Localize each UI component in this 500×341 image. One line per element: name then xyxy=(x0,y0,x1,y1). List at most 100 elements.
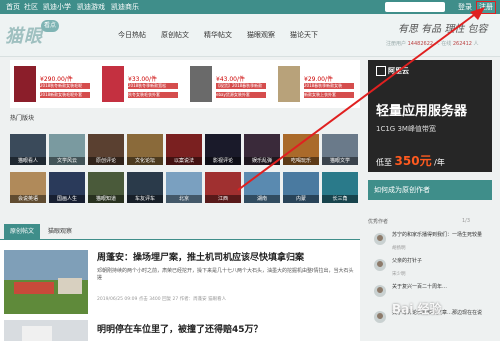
search-input[interactable] xyxy=(385,2,445,12)
hot-section-tile[interactable]: 原创评论 xyxy=(88,134,124,165)
product-tag: 2018新款女装毛呢外套 xyxy=(40,92,90,98)
logo-badge: 看点 xyxy=(41,20,59,32)
author-item[interactable]: 苏宁的和家乐播得到我们：一场生死较量 胡扬明 xyxy=(368,230,492,254)
nav-link-kaidi-school[interactable]: 凯迪小学 xyxy=(43,2,71,12)
hot-section-label: 原创评论 xyxy=(88,157,124,165)
hot-section-tile[interactable]: 影视评论 xyxy=(205,134,241,165)
hot-section-label: 内蒙 xyxy=(283,195,319,203)
hot-section-label: 猫眼知道 xyxy=(88,195,124,203)
nav-link-community[interactable]: 社区 xyxy=(24,2,38,12)
article-excerpt: 邓朝刚持续的两个小时之前，肃荣已经挖开，操下来是几十七八两个大石头，油墨大的挖掘… xyxy=(97,268,354,281)
author-desc: 关于复兴一百二十周年… xyxy=(392,284,448,290)
article-title[interactable]: 明明停在车位里了，被撞了还得赔45万？ xyxy=(97,322,263,335)
hot-sections-title: 热门版块 xyxy=(10,115,35,122)
hot-section-tile[interactable]: 内蒙 xyxy=(283,172,319,203)
product-price: ¥29.00/件 xyxy=(304,76,334,83)
hot-section-tile[interactable]: 车友评车 xyxy=(127,172,163,203)
online-label: 人 在线 xyxy=(434,41,452,47)
hot-section-tile[interactable]: 娱乐乱弹 xyxy=(244,134,280,165)
product-ad[interactable]: ¥29.00/件 2018春秋季新款女装 新款女装上衣外套 xyxy=(274,64,358,104)
tab-observe[interactable]: 猫眼观察 xyxy=(48,224,72,239)
hot-section-label: 影视评论 xyxy=(205,157,241,165)
ad-price-suffix: /年 xyxy=(434,158,445,167)
hot-section-label: 猫眼看人 xyxy=(10,157,46,165)
list-item[interactable]: 周蓬安：操场埋尸案，推土机司机应该尽快填拿归案 邓朝刚持续的两个小时之前，肃荣已… xyxy=(0,246,360,314)
article-thumbnail xyxy=(4,320,88,341)
hot-section-tile[interactable]: 湖南 xyxy=(244,172,280,203)
aliyun-logo-icon xyxy=(376,66,386,76)
reg-user-count: 14482622 xyxy=(407,41,434,47)
avatar[interactable] xyxy=(374,311,386,323)
article-list: 周蓬安：操场埋尸案，推土机司机应该尽快填拿归案 邓朝刚持续的两个小时之前，肃荣已… xyxy=(0,240,360,341)
hot-section-tile[interactable]: 国画人生 xyxy=(49,172,85,203)
author-desc: 父亲的打针子 xyxy=(392,258,423,264)
product-price: ¥33.00/件 xyxy=(128,76,158,83)
hot-section-tile[interactable]: 江西 xyxy=(205,172,241,203)
hot-section-tile[interactable]: 吃喝玩乐 xyxy=(283,134,319,165)
ad-price-line: 低至 350元 /年 xyxy=(376,152,445,169)
list-item[interactable]: 明明停在车位里了，被撞了还得赔45万？ xyxy=(0,316,360,341)
hot-section-tile[interactable]: 猫眼看人 xyxy=(10,134,46,165)
nav-link-kaidi-games[interactable]: 凯迪游戏 xyxy=(77,2,105,12)
article-title[interactable]: 周蓬安：操场埋尸案，推土机司机应该尽快填拿归案 xyxy=(97,250,304,263)
tab-original[interactable]: 原创帖文 xyxy=(4,224,40,239)
product-tag: 新款女装上衣外套 xyxy=(304,92,354,98)
logo-text: 猫眼 xyxy=(5,26,43,47)
tab-featured-posts[interactable]: 精华帖文 xyxy=(204,30,232,40)
become-author-button[interactable]: 如何成为原创作者 xyxy=(368,180,492,200)
hot-section-label: 文化论坛 xyxy=(127,157,163,165)
hot-section-label: 国画人生 xyxy=(49,195,85,203)
hot-section-tile[interactable]: 猫眼文学 xyxy=(322,134,358,165)
hot-section-tile[interactable]: 以案说法 xyxy=(166,134,202,165)
site-logo[interactable]: 猫眼 看点 xyxy=(5,20,61,50)
avatar[interactable] xyxy=(374,259,386,271)
hot-section-tile[interactable]: 会说英语 xyxy=(10,172,46,203)
authors-pager[interactable]: 1/3 xyxy=(462,218,470,224)
register-button[interactable]: 注册 xyxy=(476,1,496,14)
reg-label: 注册用户 xyxy=(386,41,407,47)
ad-spec: 1C1G 3M峰值带宽 xyxy=(376,125,436,133)
authors-title: 优秀作者 xyxy=(368,219,389,225)
aliyun-brand: 阿里云 xyxy=(376,66,409,76)
ad-price-prefix: 低至 xyxy=(376,158,392,167)
hot-section-tile[interactable]: 长三角 xyxy=(322,172,358,203)
product-tag: ebay货源女装外套 xyxy=(216,92,266,98)
product-tag: 秋冬女装毛衣外套 xyxy=(128,92,178,98)
tab-maoyan-observe[interactable]: 猫眼观察 xyxy=(247,30,275,40)
hot-section-label: 北京 xyxy=(166,195,202,203)
hot-section-tile[interactable]: 文学风云 xyxy=(49,134,85,165)
author-name[interactable]: 宋少明 xyxy=(392,271,406,277)
aliyun-ad-banner[interactable]: 阿里云 轻量应用服务器 1C1G 3M峰值带宽 低至 350元 /年 xyxy=(368,60,492,172)
product-image xyxy=(102,66,124,102)
hot-section-tile[interactable]: 猫眼知道 xyxy=(88,172,124,203)
tab-original-posts[interactable]: 原创帖文 xyxy=(161,30,189,40)
product-tag: 2018秋冬新款女装毛呢 xyxy=(40,83,90,89)
registration-stats: 注册用户 14482622 人 在线 262412 人 xyxy=(386,40,479,47)
online-suffix: 人 xyxy=(473,41,479,47)
tab-maolun-world[interactable]: 猫论天下 xyxy=(290,30,318,40)
hot-section-label: 文学风云 xyxy=(49,157,85,165)
become-author-label: 如何成为原创作者 xyxy=(374,186,430,194)
hot-section-label: 湖南 xyxy=(244,195,280,203)
ad-price: 350元 xyxy=(394,154,432,168)
tab-today-hot[interactable]: 今日热帖 xyxy=(118,30,146,40)
nav-link-home[interactable]: 首页 xyxy=(6,2,20,12)
author-item[interactable]: 父亲的打针子 宋少明 xyxy=(368,256,492,280)
avatar[interactable] xyxy=(374,285,386,297)
login-link[interactable]: 登录 xyxy=(458,2,472,12)
ad-headline: 轻量应用服务器 xyxy=(376,104,468,119)
product-ad[interactable]: ¥290.00/件 2018秋冬新款女装毛呢 2018新款女装毛呢外套 xyxy=(10,64,94,104)
author-name[interactable]: 胡扬明 xyxy=(392,245,406,251)
hot-section-label: 猫眼文学 xyxy=(322,157,358,165)
product-tag: 2018秋冬季新款宽松 xyxy=(128,83,178,89)
hot-section-tile[interactable]: 北京 xyxy=(166,172,202,203)
top-nav-bar: 首页 社区 凯迪小学 凯迪游戏 凯迪商乐 登录 注册 xyxy=(0,0,500,14)
nav-link-kaidi-shop[interactable]: 凯迪商乐 xyxy=(111,2,139,12)
product-price: ¥290.00/件 xyxy=(40,76,73,83)
hot-section-tile[interactable]: 文化论坛 xyxy=(127,134,163,165)
product-ad[interactable]: ¥33.00/件 2018秋冬季新款宽松 秋冬女装毛衣外套 xyxy=(98,64,182,104)
avatar[interactable] xyxy=(374,233,386,245)
product-ads-row: ¥290.00/件 2018秋冬新款女装毛呢 2018新款女装毛呢外套 ¥33.… xyxy=(10,60,360,108)
product-ad[interactable]: ¥43.00/件 【现货】2018春秋季新款 ebay货源女装外套 xyxy=(186,64,270,104)
product-tag: 【现货】2018春秋季新款 xyxy=(216,83,266,89)
